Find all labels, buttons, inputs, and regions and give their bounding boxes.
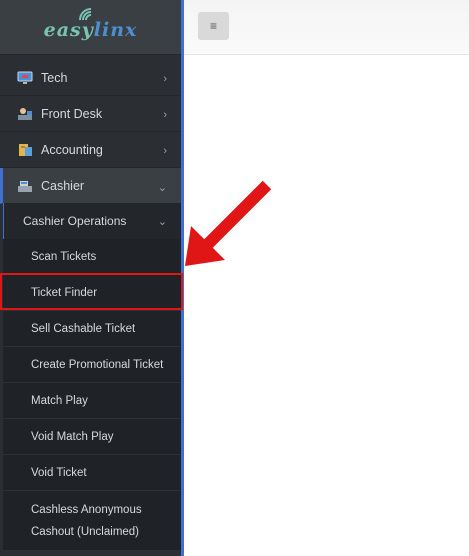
menu-toggle-button[interactable]: ≡ [198,12,229,40]
submenu-item-create-promotional-ticket[interactable]: Create Promotional Ticket [3,347,181,383]
submenu-item-label: Sell Cashable Ticket [31,322,136,335]
submenu-item-label: Void Match Play [31,430,114,443]
submenu-item-scan-tickets[interactable]: Scan Tickets [3,239,181,275]
submenu-item-void-match-play[interactable]: Void Match Play [3,419,181,455]
submenu-cashier-operations[interactable]: Cashier Operations ⌄ [3,203,181,239]
chevron-right-icon: › [163,109,167,121]
chevron-down-icon: ⌄ [157,216,167,228]
submenu-item-void-ticket[interactable]: Void Ticket [3,455,181,491]
chevron-down-icon: ⌄ [157,182,167,194]
sidebar-item-label: Front Desk [41,106,103,121]
submenu-item-sell-cashable-ticket[interactable]: Sell Cashable Ticket [3,311,181,347]
red-arrow-annotation [185,180,272,266]
submenu-item-label: Match Play [31,394,88,407]
sidebar-item-cashier[interactable]: Cashier ⌄ [0,168,181,204]
hamburger-icon: ≡ [209,19,217,33]
logo-linx: linx [93,19,138,41]
submenu-item-cashless-anonymous-cashout[interactable]: Cashless Anonymous Cashout (Unclaimed) [3,491,181,551]
submenu-item-label: Scan Tickets [31,250,97,263]
submenu-item-label: Void Ticket [31,466,87,479]
register-icon [17,179,33,193]
sidebar-item-front-desk[interactable]: Front Desk › [0,96,181,132]
logo-easy: easy [43,19,94,41]
sidebar-item-label: Accounting [41,142,103,157]
sidebar-item-label: Cashier [41,178,85,193]
chevron-right-icon: › [163,73,167,85]
monitor-icon [17,71,33,85]
chevron-right-icon: › [163,145,167,157]
logo-text: easylinx [44,19,138,41]
submenu-item-label: Create Promotional Ticket [31,358,164,371]
top-bar: ≡ [184,0,469,55]
app-logo[interactable]: easylinx [0,0,181,55]
submenu-item-match-play[interactable]: Match Play [3,383,181,419]
ledger-icon [17,143,33,157]
submenu-item-label: Cashless Anonymous Cashout (Unclaimed) [31,503,142,538]
sidebar-item-tech[interactable]: Tech › [0,60,181,96]
desk-icon [17,107,33,121]
ticket-finder-highlight-box [0,273,183,310]
submenu-label: Cashier Operations [23,214,127,228]
sidebar-item-accounting[interactable]: Accounting › [0,132,181,168]
sidebar-item-label: Tech [41,70,68,85]
